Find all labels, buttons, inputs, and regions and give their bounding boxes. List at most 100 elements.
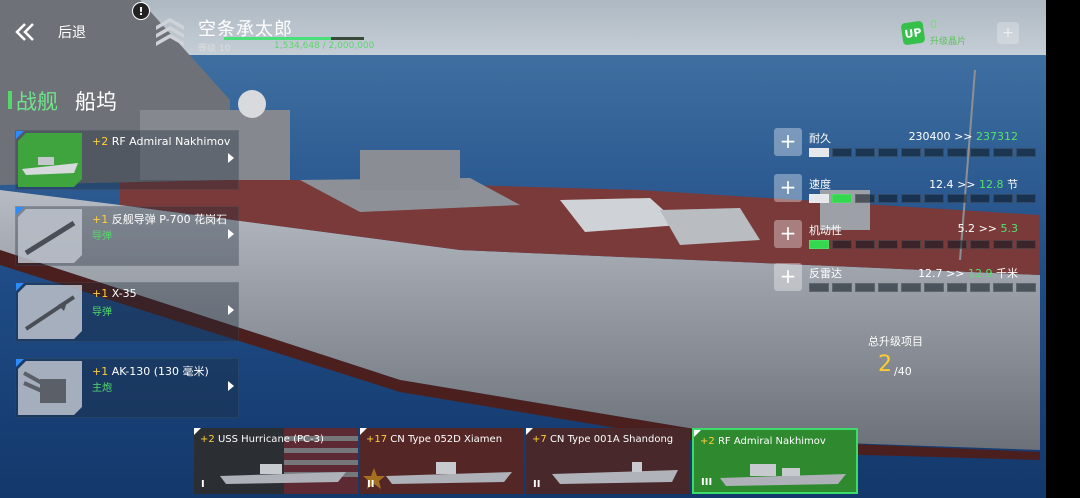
stat-level-bar (809, 240, 1036, 249)
equipment-item-hull[interactable]: +2 RF Admiral Nakhimov (15, 130, 239, 190)
stat-level-segment (809, 194, 829, 203)
ship-tier: II (533, 479, 541, 490)
stat-level-segment (1016, 148, 1036, 157)
ship-name: +17 CN Type 052D Xiamen (366, 434, 503, 445)
missile-icon (18, 285, 82, 339)
stat-level-segment (832, 240, 852, 249)
stat-level-segment (878, 148, 898, 157)
stat-level-segment (809, 240, 829, 249)
stat-level-segment (901, 148, 921, 157)
stat-level-segment (878, 283, 898, 292)
upgrade-speed-button[interactable]: + (774, 174, 802, 202)
stat-level-segment (855, 240, 875, 249)
stat-level-bar (809, 283, 1036, 292)
total-upgrades-value: 2 (878, 352, 892, 377)
add-upgrade-chip-button[interactable]: + (997, 22, 1019, 44)
stat-level-segment (970, 283, 990, 292)
stat-level-segment (855, 283, 875, 292)
stat-durability: + 耐久 230400 >> 237312 (774, 128, 1036, 168)
stat-level-segment (924, 148, 944, 157)
stat-value: 12.7 >> 12.9 千米 (918, 267, 1018, 280)
carrier-silhouette-icon (552, 462, 678, 484)
ship-silhouette-icon (720, 464, 846, 486)
stat-level-segment (855, 148, 875, 157)
chevron-right-icon (228, 229, 234, 239)
stat-level-segment (993, 148, 1013, 157)
ship-name: +2 USS Hurricane (PC-3) (200, 434, 324, 445)
game-scene: 后退 ! 空条承太郎 等级 10 1,534,648 / 2,000,000 U… (0, 0, 1080, 498)
stat-level-segment (1016, 283, 1036, 292)
player-level: 等级 10 (198, 44, 231, 54)
stat-level-segment (993, 194, 1013, 203)
upgrade-anti-radar-button[interactable]: + (774, 263, 802, 291)
stat-level-segment (809, 148, 829, 157)
chevron-right-icon (228, 305, 234, 315)
top-bar: 后退 ! 空条承太郎 等级 10 1,534,648 / 2,000,000 U… (0, 0, 1046, 58)
stat-level-segment (970, 240, 990, 249)
section-title-category: 战舰 (16, 90, 58, 114)
back-button[interactable]: 后退 (14, 14, 134, 50)
stat-level-segment (901, 283, 921, 292)
equipment-type: 导弹 (92, 307, 112, 318)
xp-progress-bar (224, 37, 364, 40)
missile-icon (18, 209, 82, 263)
title-accent-bar (8, 91, 12, 109)
equipment-type: 主炮 (92, 383, 112, 394)
chevron-right-icon (228, 153, 234, 163)
ship-card-admiral-nakhimov[interactable]: +2 RF Admiral Nakhimov III (692, 428, 858, 494)
upgrade-durability-button[interactable]: + (774, 128, 802, 156)
equipment-item-anti-ship-missile[interactable]: +1 反舰导弹 P-700 花岗石 导弹 (15, 206, 239, 266)
ship-tier: I (201, 479, 205, 490)
xp-value: 1,534,648 / 2,000,000 (274, 41, 375, 51)
stat-level-segment (924, 240, 944, 249)
stat-level-segment (924, 194, 944, 203)
stat-level-segment (924, 283, 944, 292)
back-label: 后退 (58, 25, 86, 41)
equipment-item-x35[interactable]: +1 X-35 导弹 (15, 282, 239, 342)
stat-name: 反雷达 (809, 267, 842, 280)
upgrade-chip-count: 0 (930, 18, 937, 31)
corner-marker (16, 359, 24, 367)
stat-anti-radar: + 反雷达 12.7 >> 12.9 千米 (774, 263, 1036, 303)
stat-level-bar (809, 148, 1036, 157)
stat-level-segment (970, 194, 990, 203)
equipment-item-main-gun[interactable]: +1 AK-130 (130 毫米) 主炮 (15, 358, 239, 418)
ship-tier: II (367, 479, 375, 490)
ship-silhouette-icon (386, 462, 512, 484)
stat-name: 机动性 (809, 224, 842, 237)
stat-level-segment (947, 194, 967, 203)
equipment-type: 导弹 (92, 231, 112, 242)
stat-level-segment (855, 194, 875, 203)
chevron-right-icon (228, 381, 234, 391)
ship-card-type-001a[interactable]: +7 CN Type 001A Shandong II (526, 428, 690, 494)
stat-level-segment (878, 194, 898, 203)
stat-maneuverability: + 机动性 5.2 >> 5.3 (774, 220, 1036, 260)
stat-level-segment (832, 283, 852, 292)
ship-card-type-052d[interactable]: +17 CN Type 052D Xiamen II (360, 428, 524, 494)
upgrade-chip-icon: UP (900, 20, 926, 46)
ship-card-uss-hurricane[interactable]: +2 USS Hurricane (PC-3) I (194, 428, 358, 494)
equipment-name: +2 RF Admiral Nakhimov (92, 135, 231, 148)
stat-level-segment (993, 240, 1013, 249)
stat-level-segment (901, 240, 921, 249)
xp-progress-fill (224, 37, 332, 40)
upgrade-maneuverability-button[interactable]: + (774, 220, 802, 248)
stat-name: 速度 (809, 178, 831, 191)
stat-level-segment (1016, 240, 1036, 249)
stat-level-segment (832, 194, 852, 203)
stat-level-segment (993, 283, 1013, 292)
stat-level-segment (947, 283, 967, 292)
double-chevron-left-icon (15, 23, 34, 41)
stat-level-segment (901, 194, 921, 203)
stat-level-segment (878, 240, 898, 249)
section-title-page: 船坞 (75, 90, 117, 114)
stat-level-segment (809, 283, 829, 292)
stat-level-segment (947, 240, 967, 249)
naval-gun-icon (18, 361, 82, 415)
stat-level-segment (970, 148, 990, 157)
warning-icon[interactable]: ! (132, 2, 150, 20)
equipment-name: +1 反舰导弹 P-700 花岗石 (92, 213, 228, 226)
total-upgrades-max: /40 (894, 365, 912, 378)
total-upgrades-label: 总升级项目 (868, 335, 923, 348)
stat-level-segment (832, 148, 852, 157)
